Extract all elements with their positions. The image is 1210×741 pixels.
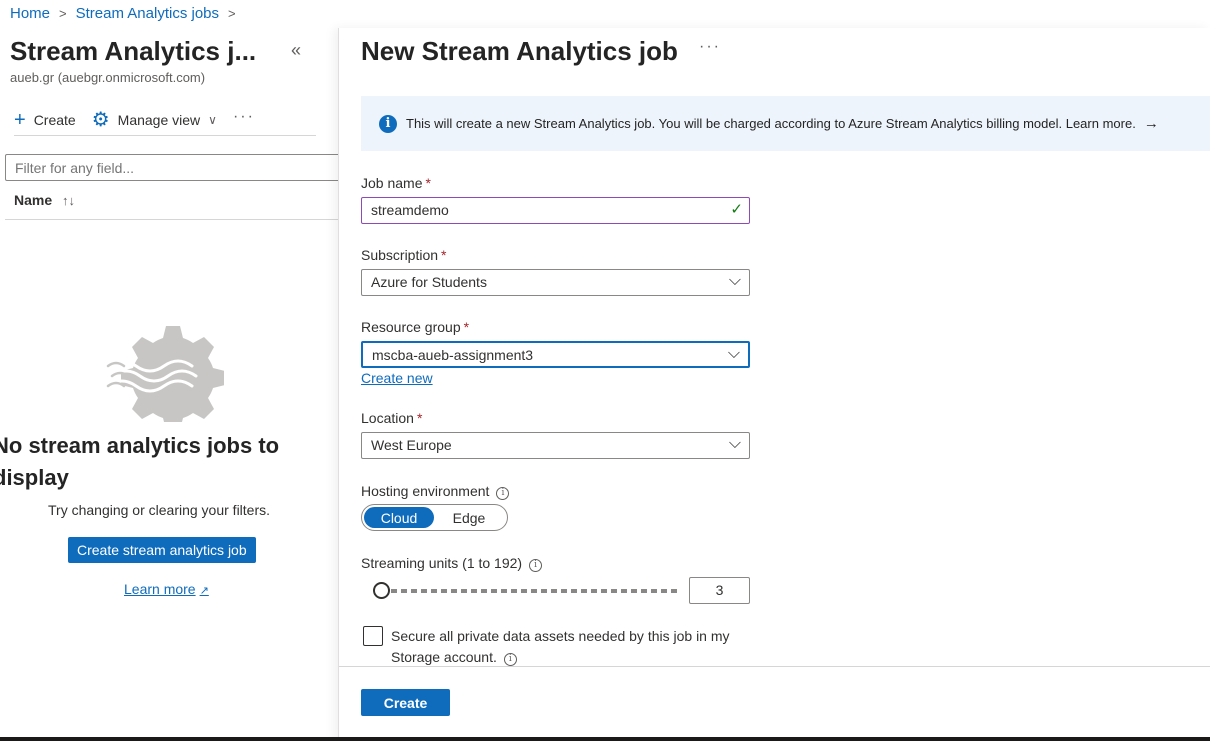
empty-state-subtitle: Try changing or clearing your filters. (48, 502, 271, 518)
chevron-down-icon: ⌵ (728, 272, 741, 289)
subscription-value: Azure for Students (371, 274, 487, 290)
resource-group-label-text: Resource group (361, 319, 461, 335)
info-icon: i (379, 114, 397, 133)
subscription-label: Subscription * (361, 247, 447, 263)
location-label-text: Location (361, 410, 414, 426)
column-header-label: Name (14, 192, 53, 208)
chevron-down-icon: ⌵ (727, 345, 740, 362)
job-name-label-text: Job name (361, 175, 423, 191)
chevron-down-icon: ⌵ (728, 435, 741, 452)
streaming-units-label: Streaming units (1 to 192) i (361, 555, 543, 572)
page-title: Stream Analytics j... (10, 36, 257, 66)
learn-more-label: Learn more (124, 581, 196, 597)
job-name-value: streamdemo (371, 202, 449, 218)
subscription-label-text: Subscription (361, 247, 439, 263)
arrow-right-icon[interactable]: → (1144, 115, 1159, 132)
stream-analytics-gear-icon (106, 326, 224, 422)
job-name-input[interactable]: streamdemo ✓ (361, 197, 750, 224)
info-banner: i This will create a new Stream Analytic… (361, 96, 1210, 151)
more-icon[interactable]: ··· (699, 38, 721, 56)
secure-assets-label-text: Secure all private data assets needed by… (391, 628, 730, 665)
hosting-environment-toggle: Cloud Edge (361, 504, 508, 531)
create-new-resource-group-link[interactable]: Create new (361, 370, 433, 386)
hosting-option-edge[interactable]: Edge (434, 507, 504, 528)
external-link-icon: ↗ (199, 585, 209, 597)
manage-view-command[interactable]: ⚙ Manage view ∨ (92, 110, 217, 130)
secure-assets-checkbox[interactable] (363, 626, 383, 646)
info-icon[interactable]: i (503, 653, 517, 666)
plus-icon: + (14, 108, 26, 131)
hosting-option-cloud[interactable]: Cloud (364, 507, 434, 528)
create-stream-analytics-job-button[interactable]: Create stream analytics job (68, 537, 256, 563)
filter-input[interactable] (5, 154, 338, 181)
footer-divider (339, 666, 1210, 667)
streaming-units-input[interactable]: 3 (689, 577, 750, 604)
info-icon[interactable]: i (496, 486, 510, 500)
gear-icon: ⚙ (91, 108, 110, 131)
required-marker: * (425, 175, 431, 191)
location-select[interactable]: West Europe ⌵ (361, 432, 750, 459)
directory-subtitle: aueb.gr (auebgr.onmicrosoft.com) (10, 70, 206, 85)
streaming-units-slider-track[interactable] (381, 589, 677, 593)
column-header-name[interactable]: Name ↑↓ (5, 186, 338, 220)
breadcrumb: Home > Stream Analytics jobs > (10, 5, 245, 22)
location-value: West Europe (371, 437, 452, 453)
info-banner-text[interactable]: This will create a new Stream Analytics … (406, 116, 1136, 131)
hosting-environment-label-text: Hosting environment (361, 483, 490, 499)
secure-assets-label: Secure all private data assets needed by… (391, 626, 751, 668)
create-command[interactable]: + Create (14, 110, 76, 130)
resource-group-label: Resource group * (361, 319, 469, 335)
blade-title: New Stream Analytics job (361, 36, 678, 66)
collapse-icon[interactable]: « (291, 40, 301, 61)
manage-view-label: Manage view (117, 111, 201, 128)
breadcrumb-stream-analytics-jobs[interactable]: Stream Analytics jobs (76, 5, 219, 22)
location-label: Location * (361, 410, 422, 426)
more-icon[interactable]: ··· (233, 108, 255, 126)
job-name-label: Job name * (361, 175, 431, 191)
chevron-right-icon: > (59, 6, 67, 21)
resource-group-value: mscba-aueb-assignment3 (372, 347, 534, 363)
create-button[interactable]: Create (361, 689, 450, 716)
new-job-blade: New Stream Analytics job ··· i This will… (338, 28, 1210, 741)
sort-icon[interactable]: ↑↓ (62, 193, 75, 208)
create-command-label: Create (33, 111, 76, 128)
required-marker: * (441, 247, 447, 263)
checkmark-icon: ✓ (730, 201, 743, 218)
chevron-down-icon: ∨ (208, 112, 217, 127)
info-icon[interactable]: i (529, 558, 543, 572)
learn-more-link[interactable]: Learn more ↗ (124, 581, 209, 597)
chevron-right-icon: > (228, 6, 236, 21)
subscription-select[interactable]: Azure for Students ⌵ (361, 269, 750, 296)
streaming-units-slider-thumb[interactable] (373, 582, 390, 599)
streaming-units-label-text: Streaming units (1 to 192) (361, 555, 523, 571)
breadcrumb-home[interactable]: Home (10, 5, 50, 22)
resource-group-select[interactable]: mscba-aueb-assignment3 ⌵ (361, 341, 750, 368)
hosting-environment-label: Hosting environment i (361, 483, 510, 500)
jobs-list-blade: Stream Analytics j... « aueb.gr (auebgr.… (0, 28, 338, 741)
required-marker: * (463, 319, 470, 335)
bottom-edge (0, 737, 1210, 741)
empty-state-title: No stream analytics jobs to display (0, 433, 280, 490)
required-marker: * (416, 410, 423, 426)
command-bar: + Create ⚙ Manage view ∨ ··· (14, 104, 316, 136)
